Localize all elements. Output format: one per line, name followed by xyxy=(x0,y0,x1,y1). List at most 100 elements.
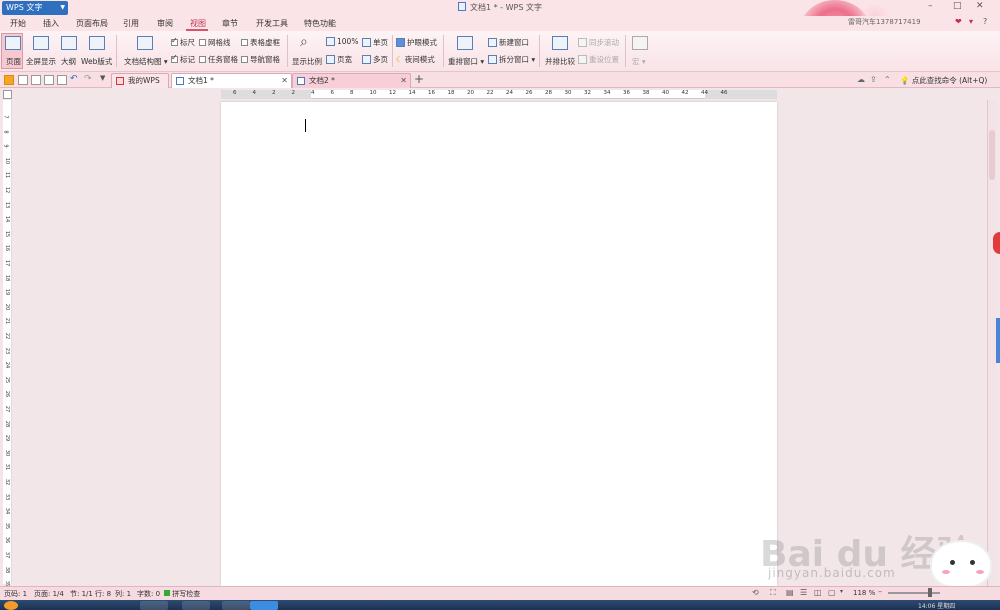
user-account[interactable]: 雷哥汽车1378717419 xyxy=(848,17,921,27)
tab-document-2[interactable]: 文档2 * ✕ xyxy=(292,73,411,88)
side-by-side-button[interactable]: 并排比较 xyxy=(545,56,575,67)
macro-icon[interactable] xyxy=(632,36,648,50)
quick-access-dropdown-icon[interactable]: ▼ xyxy=(100,74,105,82)
scrollbar-thumb[interactable] xyxy=(989,130,995,180)
tab-stop-selector-icon[interactable] xyxy=(3,90,12,99)
skin-icon[interactable]: ❤ xyxy=(955,17,962,26)
tab-my-wps[interactable]: 我的WPS xyxy=(111,73,169,88)
outline-button[interactable]: 大纲 xyxy=(61,56,76,67)
menu-review[interactable]: 审阅 xyxy=(157,18,173,29)
collapse-ribbon-icon[interactable]: ⌃ xyxy=(884,75,891,84)
menu-page-layout[interactable]: 页面布局 xyxy=(76,18,108,29)
command-search[interactable]: 💡 点此查找命令 (Alt+Q) xyxy=(900,75,987,86)
web-layout-icon[interactable] xyxy=(89,36,105,50)
reading-view-status-icon[interactable]: ▢ xyxy=(828,588,836,597)
fullscreen-status-icon[interactable]: ⛶ xyxy=(770,588,776,598)
split-window-button[interactable]: 拆分窗口 ▾ xyxy=(488,54,535,65)
night-mode-button[interactable]: ☾ 夜间模式 xyxy=(396,54,435,65)
web-view-status-icon[interactable]: ◫ xyxy=(814,588,822,597)
eye-protect-button[interactable]: 护眼模式 xyxy=(396,37,437,48)
cloud-icon[interactable]: ☁ xyxy=(857,75,865,84)
rearrange-button[interactable]: 重排窗口 ▾ xyxy=(448,56,484,67)
status-page-number[interactable]: 页码: 1 xyxy=(4,589,27,599)
vertical-scrollbar[interactable] xyxy=(987,100,996,586)
reset-position-button[interactable]: 重设位置 xyxy=(578,54,619,65)
rearrange-icon[interactable] xyxy=(457,36,473,50)
doc-structure-icon[interactable] xyxy=(137,36,153,50)
start-button[interactable] xyxy=(4,601,18,610)
close-tab-icon[interactable]: ✕ xyxy=(281,74,288,88)
menu-developer[interactable]: 开发工具 xyxy=(256,18,288,29)
checkbox-unchecked[interactable] xyxy=(199,56,206,63)
sync-scroll-button[interactable]: 同步滚动 xyxy=(578,37,619,48)
checkbox-unchecked[interactable] xyxy=(241,56,248,63)
table-gridlines-checkbox[interactable]: 表格虚框 xyxy=(241,37,280,48)
horizontal-ruler[interactable]: 6 4 2 2 4 6 8 10 12 14 16 18 20 22 24 26 28 30 32 34 36 38 40 4… xyxy=(221,90,777,99)
tab-document-1[interactable]: 文档1 * ✕ xyxy=(171,73,292,88)
fullscreen-button[interactable]: 全屏显示 xyxy=(26,56,56,67)
zoom-slider-track[interactable] xyxy=(888,592,940,594)
magnifier-icon[interactable]: ⌕ xyxy=(300,34,308,50)
side-by-side-icon[interactable] xyxy=(552,36,568,50)
menu-view[interactable]: 视图 xyxy=(190,18,206,29)
menu-features[interactable]: 特色功能 xyxy=(304,18,336,29)
menu-chapter[interactable]: 章节 xyxy=(222,18,238,29)
page-width-button[interactable]: 页宽 xyxy=(326,54,352,65)
vertical-ruler[interactable]: 7 8 9 10 11 12 13 14 15 16 17 18 19 20 21 22 23 24 25 26 27 2… xyxy=(3,100,12,587)
export-pdf-icon[interactable] xyxy=(31,75,41,85)
ruler-checkbox[interactable]: 标尺 xyxy=(171,36,195,48)
status-row[interactable]: 行: 8 xyxy=(95,589,111,599)
zoom-100-button[interactable]: 100% xyxy=(326,37,358,46)
app-menu-button[interactable]: WPS 文字 ▼ xyxy=(2,1,68,15)
undo-icon[interactable]: ↶ xyxy=(70,74,78,84)
page-view-status-icon[interactable]: ▤ xyxy=(786,588,794,597)
status-column[interactable]: 列: 1 xyxy=(115,589,131,599)
status-page-count[interactable]: 页面: 1/4 xyxy=(34,589,64,599)
status-section[interactable]: 节: 1/1 xyxy=(70,589,93,599)
menu-home[interactable]: 开始 xyxy=(10,18,26,29)
save-icon[interactable] xyxy=(18,75,28,85)
share-icon[interactable]: ⇪ xyxy=(870,75,877,84)
menu-references[interactable]: 引用 xyxy=(123,18,139,29)
task-pane-checkbox[interactable]: 任务窗格 xyxy=(199,54,238,65)
help-button[interactable]: ? xyxy=(983,17,987,26)
taskbar-app[interactable] xyxy=(182,601,210,610)
zoom-out-button[interactable]: – xyxy=(878,587,882,596)
print-icon[interactable] xyxy=(44,75,54,85)
doc-structure-button[interactable]: 文档结构图 ▾ xyxy=(124,56,168,67)
zoom-slider-thumb[interactable] xyxy=(928,588,932,597)
close-button[interactable]: ✕ xyxy=(976,1,984,11)
close-tab-icon[interactable]: ✕ xyxy=(400,74,407,88)
new-window-button[interactable]: 新建窗口 xyxy=(488,37,529,48)
zoom-button[interactable]: 显示比例 xyxy=(292,56,322,67)
checkbox-unchecked[interactable] xyxy=(241,39,248,46)
one-page-button[interactable]: 单页 xyxy=(362,37,388,48)
open-folder-icon[interactable] xyxy=(4,75,14,85)
checkbox-checked[interactable] xyxy=(171,53,178,63)
checkbox-checked[interactable] xyxy=(171,36,178,46)
menu-insert[interactable]: 插入 xyxy=(43,18,59,29)
page-view-icon[interactable] xyxy=(5,36,21,50)
status-word-count[interactable]: 字数: 0 xyxy=(137,589,160,599)
taskbar-clock[interactable]: 14:06 星期四 xyxy=(918,601,955,610)
taskbar-app[interactable] xyxy=(250,601,278,610)
side-floating-tab[interactable] xyxy=(993,232,1000,254)
status-spell-check[interactable]: 拼写检查 xyxy=(164,589,200,599)
outline-status-icon[interactable]: ☰ xyxy=(800,588,807,597)
checkbox-unchecked[interactable] xyxy=(199,39,206,46)
redo-icon[interactable]: ↷ xyxy=(84,74,92,84)
maximize-button[interactable]: □ xyxy=(953,1,962,11)
page-view-button[interactable]: 页面 xyxy=(6,56,21,67)
minimize-button[interactable]: – xyxy=(928,1,933,11)
macro-button[interactable]: 宏 ▾ xyxy=(632,56,646,67)
taskbar-app[interactable] xyxy=(222,601,250,610)
taskbar-app[interactable] xyxy=(140,601,168,610)
new-tab-button[interactable]: + xyxy=(414,72,424,86)
marks-checkbox[interactable]: 标记 xyxy=(171,53,195,65)
print-preview-icon[interactable] xyxy=(57,75,67,85)
document-page[interactable] xyxy=(221,102,777,586)
side-panel-handle[interactable] xyxy=(996,318,1000,363)
zoom-level[interactable]: 118 % xyxy=(853,589,875,597)
outline-icon[interactable] xyxy=(61,36,77,50)
gridlines-checkbox[interactable]: 网格线 xyxy=(199,37,231,48)
